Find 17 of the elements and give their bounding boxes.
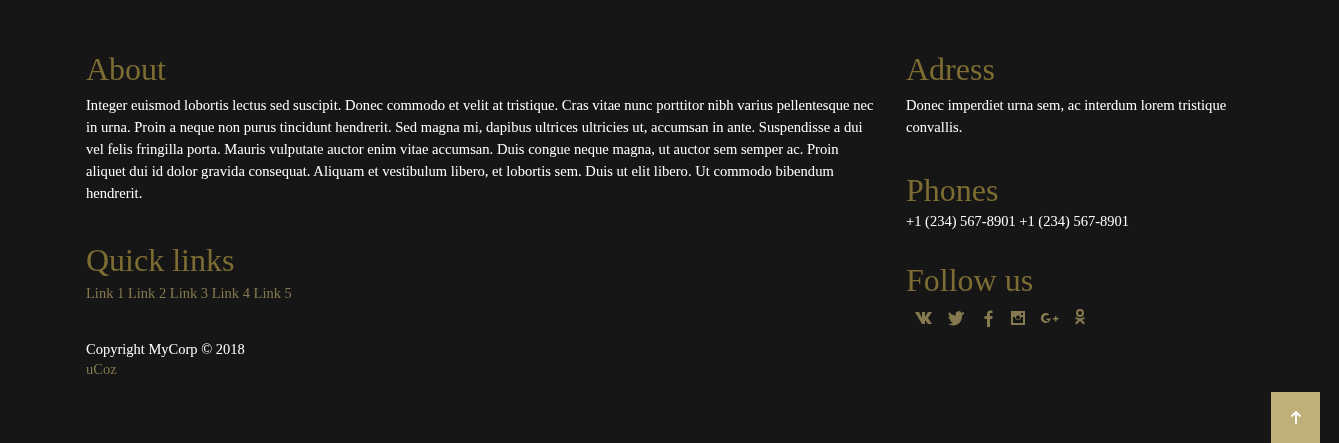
powered-by-link[interactable]: uCoz [86,361,117,378]
footer-link[interactable]: Link 2 [127,285,167,301]
phone-number: +1 (234) 567-8901 [1019,213,1129,229]
phone-number: +1 (234) 567-8901 [906,213,1016,229]
section-heading: About [86,50,167,88]
footer-link[interactable]: Link 1 [86,285,125,301]
footer-link[interactable]: Link 5 [253,285,292,301]
footer-link[interactable]: Link 4 [211,285,250,301]
address-text: Donec imperdiet urna sem, ac interdum lorem tristique convallis. [906,96,1228,137]
section-heading: Quick links [86,241,236,279]
arrow-up-icon [1289,410,1302,425]
section-heading: Phones [906,171,1000,209]
copyright-text: Copyright MyCorp © 2018 [86,340,246,359]
footer-link[interactable]: Link 3 [169,285,209,301]
section-heading: Follow us [906,261,1035,299]
section-heading: Adress [906,50,996,88]
about-paragraph: Integer euismod lobortis lectus sed suscipit. Donec commodo et velit at tristique. Cras vitae nunc porttitor nibh varius pellentesque nec in urna. Proin a neque non purus tincidunt hendrerit. Sed magna mi, dapibus ultrices ultricies ut, accumsan in ante. Suspendisse a dui vel felis fringilla porta. Mauris vulputate auctor enim vitae accumsan. Duis congue neque magna, ut auctor sem semper ac. Proin aliquet dui id dolor gravida consequat. Aliquam et vestibulum libero, et lobortis sem. Duis ut elit libero. Ut commodo bibendum hendrerit. [86,96,875,203]
